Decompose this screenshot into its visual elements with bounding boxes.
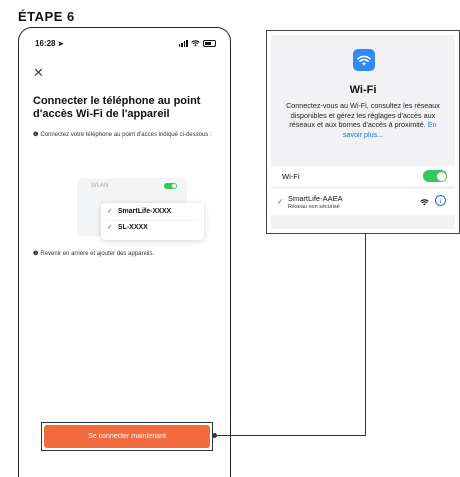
wifi-settings-panel: Wi-Fi Connectez-vous au Wi-Fi, consultez… (271, 35, 455, 229)
status-time: 16:28 ➤ (35, 39, 64, 48)
wlan-label: WLAN (91, 183, 109, 189)
wifi-settings-callout: Wi-Fi Connectez-vous au Wi-Fi, consultez… (266, 30, 460, 234)
instruction-step-1: ❶ Connectez votre téléphone au point d'ac… (33, 132, 212, 138)
check-icon: ✓ (277, 197, 284, 206)
connector-line (214, 435, 365, 436)
list-item: ✓ SmartLife-XXXX (107, 208, 172, 215)
wifi-app-icon (353, 49, 375, 71)
close-icon[interactable]: ✕ (33, 66, 44, 79)
divider (107, 220, 198, 221)
network-list-illustration: ✓ SmartLife-XXXX ✓ SL-XXXX (101, 203, 204, 240)
wifi-toggle-label: Wi-Fi (282, 172, 300, 181)
phone-screen: 16:28 ➤ ✕ Connecter le téléphone au poin… (18, 27, 231, 477)
status-bar: 16:28 ➤ (19, 38, 230, 52)
info-icon[interactable]: i (435, 195, 446, 206)
signal-icon (178, 40, 188, 47)
page-title: Connecter le téléphone au point d'accès … (33, 95, 201, 120)
connect-button-highlight: Se connecter maintenant (41, 422, 213, 451)
battery-icon (203, 40, 216, 47)
wifi-toggle-row: Wi-Fi (271, 166, 455, 186)
step-2-bullet: ❷ (33, 251, 39, 257)
connect-now-button[interactable]: Se connecter maintenant (44, 425, 210, 448)
wlan-toggle-icon (164, 183, 177, 189)
location-arrow-icon: ➤ (57, 41, 64, 48)
step-title: ÉTAPE 6 (18, 9, 75, 24)
instruction-step-2: ❷ Revenir en arrière et ajouter des appar… (33, 251, 155, 257)
wifi-signal-icon (420, 199, 429, 206)
connector-line-vertical (365, 234, 366, 436)
step-1-bullet: ❶ (33, 132, 39, 138)
check-icon: ✓ (107, 224, 113, 231)
list-item: ✓ SL-XXXX (107, 224, 148, 231)
wifi-status-icon (191, 40, 200, 47)
network-name: SmartLife-AAEA (288, 194, 343, 203)
wifi-panel-title: Wi-Fi (349, 84, 377, 96)
wifi-toggle[interactable] (423, 170, 447, 182)
network-security-status: Réseau non sécurisé (288, 204, 340, 210)
check-icon: ✓ (107, 208, 113, 215)
status-icons (178, 40, 216, 47)
wifi-panel-description: Connectez-vous au Wi-Fi, consultez les r… (286, 101, 440, 139)
network-row[interactable]: ✓ SmartLife-AAEA Réseau non sécurisé i (271, 189, 455, 215)
